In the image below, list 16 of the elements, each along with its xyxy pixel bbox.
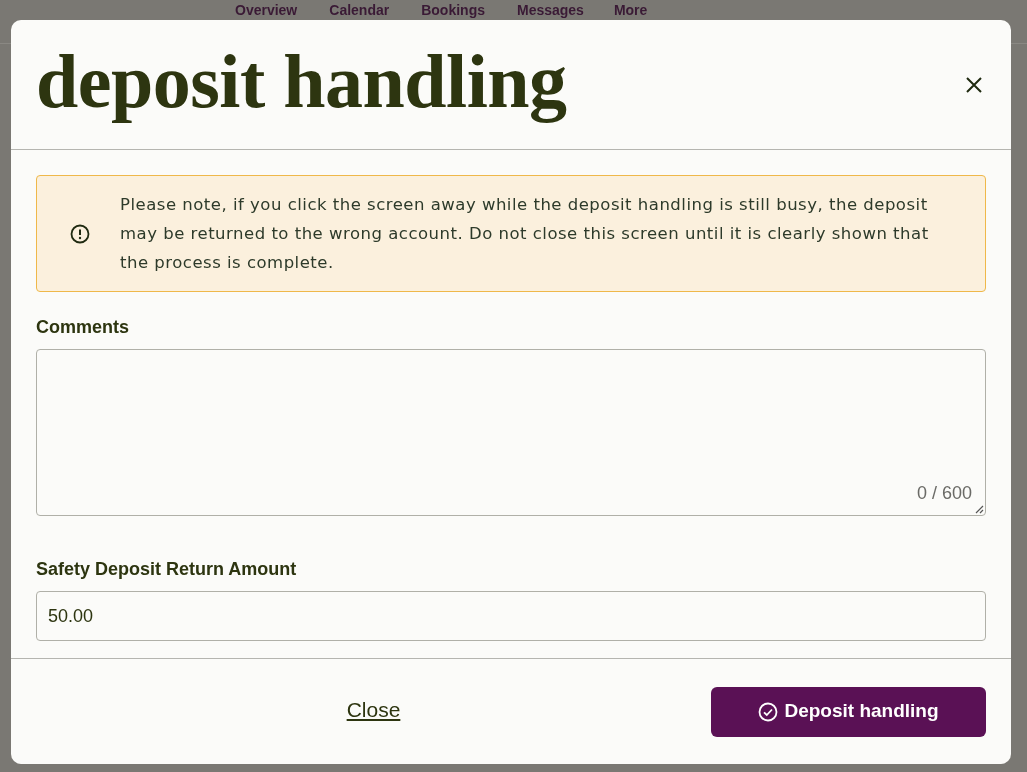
- comments-label: Comments: [36, 316, 129, 339]
- nav-link[interactable]: Bookings: [421, 1, 485, 19]
- resize-handle-icon[interactable]: [975, 505, 984, 514]
- nav-link[interactable]: Calendar: [329, 1, 390, 19]
- nav-link[interactable]: Messages: [516, 1, 584, 19]
- character-counter: 0 / 600: [916, 482, 972, 505]
- exclamation-icon: [70, 223, 90, 244]
- nav-link[interactable]: More: [613, 1, 648, 19]
- warning-text: Please note, if you click the screen away while the deposit handling is still busy, the deposit may be returned to the wrong account. Do not close this screen until it is clearly shown that the process is complete.: [120, 194, 930, 274]
- amount-label: Safety Deposit Return Amount: [36, 558, 297, 581]
- deposit-handling-button[interactable]: Deposit handling: [711, 686, 986, 737]
- comments-field[interactable]: 0 / 600: [36, 349, 986, 516]
- check-circle-icon: [758, 701, 779, 722]
- close-link[interactable]: Close: [346, 693, 401, 726]
- nav-link[interactable]: Overview: [235, 1, 298, 19]
- amount-field[interactable]: 50.00: [36, 591, 986, 641]
